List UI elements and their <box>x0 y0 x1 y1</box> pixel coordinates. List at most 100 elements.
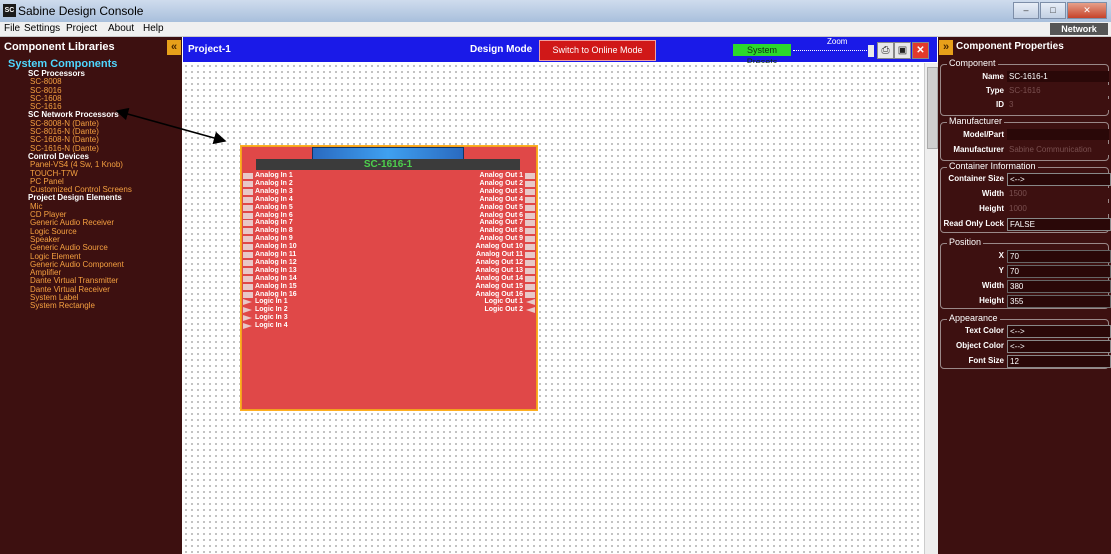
logic-connector[interactable] <box>243 299 252 306</box>
save-icon[interactable]: ▣ <box>894 42 911 59</box>
port-connector[interactable] <box>243 212 253 219</box>
window-title: Sabine Design Console <box>18 4 144 18</box>
switch-online-button[interactable]: Switch to Online Mode <box>539 40 656 61</box>
port-label: Analog In 2 <box>255 179 293 187</box>
port-connector[interactable] <box>525 259 535 266</box>
port-connector[interactable] <box>525 212 535 219</box>
port-connector[interactable] <box>243 188 253 195</box>
container-width-field: 1500 <box>1007 188 1109 199</box>
x-input[interactable]: 70 <box>1007 250 1111 263</box>
port-connector[interactable] <box>525 252 535 258</box>
height-label: Height <box>979 296 1004 305</box>
collapse-right-icon[interactable]: » <box>939 40 953 55</box>
component-group: Component Name SC-1616-1 Type SC-1616 ID 3 <box>940 58 1109 116</box>
port-label: Analog Out 6 <box>479 211 523 219</box>
port-connector[interactable] <box>243 236 253 243</box>
logic-connector[interactable] <box>243 323 252 330</box>
port-connector[interactable] <box>525 228 535 235</box>
port-connector[interactable] <box>243 180 253 187</box>
logic-input-port[interactable]: Logic In 4 <box>243 322 353 330</box>
port-connector[interactable] <box>525 188 535 195</box>
position-group: Position X 70 Y 70 Width 380 Height 355 <box>940 237 1111 309</box>
component-libraries-panel: Component Libraries « System Components … <box>0 37 182 554</box>
component-properties-panel: » Component Properties Component Name SC-… <box>938 37 1111 554</box>
port-label: Analog In 15 <box>255 282 297 290</box>
port-label: Analog Out 16 <box>475 290 523 298</box>
port-label: Analog Out 11 <box>475 251 523 258</box>
port-label: Analog In 16 <box>255 290 297 298</box>
port-connector[interactable] <box>243 196 253 203</box>
port-connector[interactable] <box>525 173 535 179</box>
library-tree: SC Processors SC-8008 SC-8016 SC-1608 SC-161… <box>28 69 180 311</box>
menu-about[interactable]: About <box>108 23 134 34</box>
menu-help[interactable]: Help <box>143 23 164 34</box>
container-size-select[interactable]: <--> <box>1007 173 1111 186</box>
port-connector[interactable] <box>243 267 253 274</box>
logic-output-port[interactable]: Logic Out 2 <box>415 306 535 314</box>
name-field[interactable]: SC-1616-1 <box>1007 71 1109 82</box>
system-presets-button[interactable]: System Presets <box>733 44 791 67</box>
vertical-scrollbar-thumb[interactable] <box>927 67 938 149</box>
port-label: Analog In 4 <box>255 195 293 203</box>
port-connector[interactable] <box>243 173 253 179</box>
text-color-select[interactable]: <--> <box>1007 325 1111 338</box>
port-connector[interactable] <box>525 204 535 211</box>
library-item[interactable]: System Rectangle <box>30 302 180 311</box>
port-connector[interactable] <box>525 180 535 187</box>
port-label: Analog Out 4 <box>479 195 523 203</box>
port-connector[interactable] <box>525 291 535 298</box>
port-connector[interactable] <box>525 196 535 203</box>
width-label: Width <box>981 281 1004 290</box>
menu-settings[interactable]: Settings <box>24 23 60 34</box>
port-label: Analog In 13 <box>255 266 297 274</box>
font-size-select[interactable]: 12 <box>1007 355 1111 368</box>
width-input[interactable]: 380 <box>1007 280 1111 293</box>
port-connector[interactable] <box>525 236 535 243</box>
port-connector[interactable] <box>243 220 253 227</box>
port-connector[interactable] <box>525 283 535 290</box>
port-label: Logic In 2 <box>255 306 288 314</box>
zoom-slider[interactable] <box>793 50 873 59</box>
port-label: Logic Out 2 <box>484 306 524 314</box>
port-connector[interactable] <box>243 259 253 266</box>
port-connector[interactable] <box>243 228 253 235</box>
tree-category[interactable]: Project Design Elements <box>28 194 180 203</box>
port-label: Analog Out 7 <box>479 219 523 227</box>
collapse-left-icon[interactable]: « <box>167 40 181 55</box>
logic-connector[interactable] <box>526 299 535 306</box>
object-color-select[interactable]: <--> <box>1007 340 1111 353</box>
read-only-lock-select[interactable]: FALSE <box>1007 218 1111 231</box>
menu-file[interactable]: File <box>4 23 20 34</box>
port-connector[interactable] <box>525 244 535 251</box>
design-grid[interactable]: SC-1616-1 Analog In 1 Analog In 2 Analog I… <box>183 63 923 554</box>
network-view-button[interactable]: Network View <box>1050 23 1108 46</box>
minimize-button[interactable]: – <box>1013 2 1039 19</box>
menu-project[interactable]: Project <box>66 23 97 34</box>
port-connector[interactable] <box>243 283 253 290</box>
port-label: Analog In 12 <box>255 258 297 266</box>
zoom-slider-thumb[interactable] <box>868 45 874 57</box>
logic-connector[interactable] <box>526 307 535 314</box>
maximize-button[interactable]: □ <box>1040 2 1066 19</box>
print-icon[interactable]: ⎙ <box>877 42 894 59</box>
sc-1616-device[interactable]: SC-1616-1 Analog In 1 Analog In 2 Analog I… <box>241 146 537 410</box>
model-field[interactable] <box>1007 129 1109 140</box>
port-connector[interactable] <box>525 220 535 227</box>
close-project-icon[interactable]: ✕ <box>912 42 929 59</box>
vertical-scrollbar[interactable] <box>924 63 938 554</box>
height-input[interactable]: 355 <box>1007 295 1111 308</box>
port-connector[interactable] <box>243 204 253 211</box>
port-connector[interactable] <box>525 267 535 274</box>
port-connector[interactable] <box>243 252 253 258</box>
port-connector[interactable] <box>243 275 253 282</box>
logic-connector[interactable] <box>243 315 252 322</box>
port-connector[interactable] <box>243 291 253 298</box>
port-label: Analog Out 10 <box>475 243 523 251</box>
port-connector[interactable] <box>243 244 253 251</box>
component-group-label: Component <box>947 58 998 68</box>
port-connector[interactable] <box>525 275 535 282</box>
y-input[interactable]: 70 <box>1007 265 1111 278</box>
close-button[interactable]: ✕ <box>1067 2 1107 19</box>
right-panel-header: » Component Properties <box>938 40 1111 56</box>
logic-connector[interactable] <box>243 307 252 314</box>
